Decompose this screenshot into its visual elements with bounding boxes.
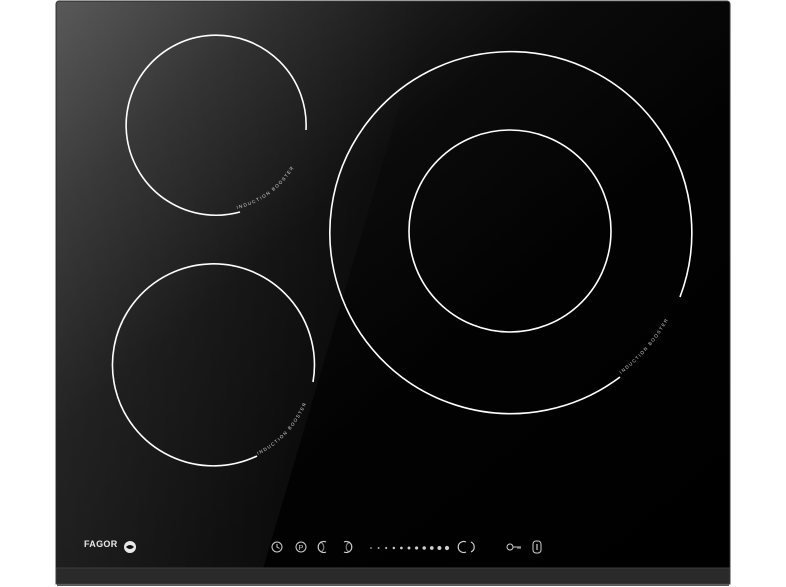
cooktop-svg: INDUCTION BOOSTER INDUCTION BOOSTER INDU… xyxy=(55,0,731,586)
slider-dot[interactable] xyxy=(415,546,419,550)
slider-dot[interactable] xyxy=(429,546,434,550)
brand-logo-text: FAGOR xyxy=(84,539,118,549)
slider-dot[interactable] xyxy=(392,546,395,550)
fagor-logo-mark xyxy=(124,541,136,553)
slider-dot[interactable] xyxy=(385,546,388,550)
slider-dot[interactable] xyxy=(437,546,442,550)
svg-text:P: P xyxy=(299,545,304,552)
slider-dot[interactable] xyxy=(377,547,380,549)
slider-dot[interactable] xyxy=(422,546,426,550)
slider-dot[interactable] xyxy=(370,547,372,549)
frame-edge xyxy=(57,584,729,586)
slider-dot[interactable] xyxy=(444,545,450,551)
slider-dot[interactable] xyxy=(400,546,403,550)
slider-dot[interactable] xyxy=(407,546,411,550)
cooktop-image: INDUCTION BOOSTER INDUCTION BOOSTER INDU… xyxy=(0,0,786,587)
front-frame xyxy=(55,567,731,585)
